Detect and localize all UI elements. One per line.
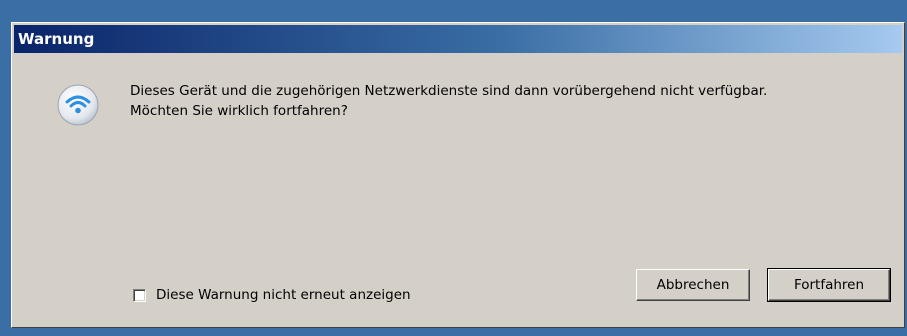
wifi-icon	[56, 83, 100, 127]
dont-show-again-option[interactable]: Diese Warnung nicht erneut anzeigen	[133, 287, 411, 303]
title-bar[interactable]: Warnung	[14, 25, 902, 53]
warning-dialog: Warnung Dieses Gerät und die zugehörigen…	[11, 22, 905, 328]
cancel-button[interactable]: Abbrechen	[636, 269, 750, 301]
dont-show-again-checkbox[interactable]	[133, 288, 146, 302]
warning-message: Dieses Gerät und die zugehörigen Netzwer…	[130, 83, 768, 119]
dialog-title: Warnung	[18, 30, 95, 48]
default-button-frame: Fortfahren	[767, 268, 891, 302]
continue-button[interactable]: Fortfahren	[768, 269, 890, 301]
dont-show-again-label[interactable]: Diese Warnung nicht erneut anzeigen	[156, 287, 411, 303]
